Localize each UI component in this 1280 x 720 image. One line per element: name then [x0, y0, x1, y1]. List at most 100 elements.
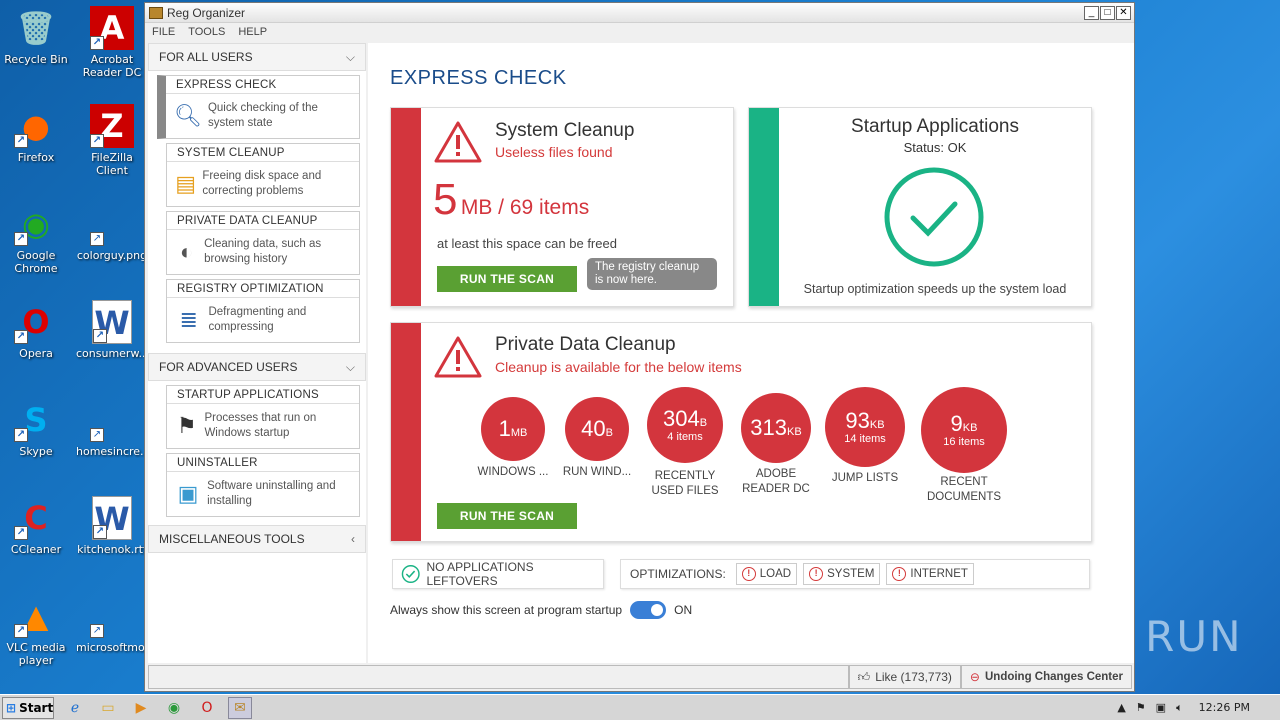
desktop-icon[interactable]: S ↗ Skype	[0, 398, 72, 458]
card-title: REGISTRY OPTIMIZATION	[167, 280, 359, 298]
sidebar-card-system-cleanup[interactable]: SYSTEM CLEANUP ▤ Freeing disk space and co…	[166, 143, 360, 207]
sidebar-card-private-data-cleanup[interactable]: PRIVATE DATA CLEANUP ◐ Cleaning data, such…	[166, 211, 360, 275]
desktop-icon[interactable]: C ↗ CCleaner	[0, 496, 72, 556]
shortcut-arrow-icon: ↗	[90, 36, 104, 50]
item-count: 14 items	[844, 433, 886, 445]
leftovers-bar: NO APPLICATIONS LEFTOVERS	[392, 559, 604, 589]
desktop-icon[interactable]: O ↗ Opera	[0, 300, 72, 360]
start-button[interactable]: ⊞ Start	[2, 696, 54, 719]
registry-icon: ≣	[179, 307, 198, 332]
tray-arrow-icon[interactable]: ▲	[1117, 701, 1125, 714]
volume-icon[interactable]: 🔈︎	[1176, 701, 1183, 715]
desktop-icon-label: kitchenok.rtf	[77, 543, 147, 556]
card-title: EXPRESS CHECK	[166, 76, 359, 94]
title-bar[interactable]: Reg Organizer _ □ ✕	[145, 3, 1134, 23]
desktop-icon-label: Skype	[19, 445, 53, 458]
warning-icon	[434, 121, 482, 163]
for-advanced-users-header[interactable]: FOR ADVANCED USERS ⌵	[148, 353, 366, 381]
undo-center-button[interactable]: ⊖ Undoing Changes Center	[960, 665, 1132, 689]
shortcut-arrow-icon: ↗	[90, 134, 104, 148]
card-description: Defragmenting and compressing	[208, 306, 307, 333]
media-player-icon[interactable]: ▶	[129, 697, 153, 719]
menu-help[interactable]: HELP	[238, 26, 267, 38]
card-description: Quick checking of the system state	[207, 102, 318, 129]
reg-organizer-taskbar-icon[interactable]: ✉	[228, 696, 252, 719]
system-cleanup-subtitle: Useless files found	[495, 144, 613, 160]
ie-icon[interactable]: ℯ	[63, 697, 87, 719]
close-button[interactable]: ✕	[1116, 5, 1131, 20]
desktop-icon[interactable]: ↗ microsoftmo...	[76, 594, 156, 654]
desktop-icon[interactable]: W ↗ kitchenok.rtf	[76, 496, 148, 556]
startup-caption: Startup optimization speeds up the syste…	[803, 282, 1067, 296]
recycle-bin-icon: 🗑︎	[15, 9, 57, 47]
run-scan-button[interactable]: RUN THE SCAN	[437, 266, 577, 292]
thumbs-up-icon: 👍︎	[857, 669, 871, 684]
private-item-label: RECENT DOCUMENTS	[926, 476, 1002, 503]
desktop-icon[interactable]: ● ↗ Firefox	[0, 104, 72, 164]
desktop-icon[interactable]: ↗ colorguy.png	[76, 202, 148, 262]
desktop-icon[interactable]: ▲ ↗ VLC media player	[0, 594, 72, 667]
item-unit: KB	[787, 426, 802, 438]
private-item-label: ADOBE READER DC	[742, 468, 810, 495]
menu-tools[interactable]: TOOLS	[188, 26, 225, 38]
maximize-button[interactable]: □	[1100, 5, 1115, 20]
red-stripe	[391, 323, 421, 541]
card-title: UNINSTALLER	[167, 454, 359, 472]
shortcut-arrow-icon: ↗	[14, 134, 28, 148]
card-description: Cleaning data, such as browsing history	[204, 238, 322, 265]
minimize-button[interactable]: _	[1084, 5, 1099, 20]
opt-system-label: SYSTEM	[827, 568, 875, 580]
desktop-icon-label: Opera	[19, 347, 53, 360]
sidebar-card-startup-applications[interactable]: STARTUP APPLICATIONS ⚑ Processes that run …	[166, 385, 360, 449]
opera-taskbar-icon[interactable]: O	[195, 697, 219, 719]
system-cleanup-panel: System Cleanup Useless files found 5 MB …	[390, 107, 734, 307]
taskbar: ⊞ Start ℯ ▭ ▶ ◉ O ✉ ▲ ⚑ ▣ 🔈︎ 12:26 PM	[0, 694, 1280, 720]
chrome-taskbar-icon[interactable]: ◉	[162, 697, 186, 719]
shortcut-arrow-icon: ↗	[14, 232, 28, 246]
item-unit: MB	[510, 427, 528, 439]
desktop-icon[interactable]: ◉ ↗ Google Chrome	[0, 202, 72, 275]
alert-icon: !	[809, 567, 824, 581]
private-item-circle: 9KB 16 items	[921, 387, 1007, 473]
opt-system[interactable]: ! SYSTEM	[803, 563, 881, 585]
menu-file[interactable]: FILE	[152, 26, 175, 38]
desktop-icon-label: FileZilla Client	[91, 151, 133, 177]
for-all-users-header[interactable]: FOR ALL USERS ⌵	[148, 43, 366, 71]
startup-toggle[interactable]	[630, 601, 667, 619]
flag-icon[interactable]: ⚑	[1136, 701, 1146, 714]
filezilla-icon: Z ↗	[90, 104, 134, 148]
network-icon[interactable]: ▣	[1156, 701, 1166, 714]
green-stripe	[749, 108, 779, 306]
like-button[interactable]: 👍︎ Like (173,773)	[848, 665, 961, 689]
desktop-icon-label: homesincre...	[76, 445, 151, 458]
shortcut-arrow-icon: ↗	[14, 428, 28, 442]
desktop-icon[interactable]: W ↗ consumerw...	[76, 300, 149, 360]
run-scan-button-private[interactable]: RUN THE SCAN	[437, 503, 577, 529]
explorer-icon[interactable]: ▭	[96, 697, 120, 719]
chevron-down-icon: ⌵	[345, 359, 355, 374]
sidebar-card-registry-optimization[interactable]: REGISTRY OPTIMIZATION ≣ Defragmenting and …	[166, 279, 360, 343]
desktop-icon[interactable]: Z ↗ FileZilla Client	[76, 104, 148, 177]
check-circle-small-icon	[401, 565, 420, 583]
desktop-icon[interactable]: ↗ homesincre...	[76, 398, 151, 458]
desktop-icon-label: VLC media player	[6, 641, 66, 667]
item-count: 4 items	[667, 431, 703, 443]
ccleaner-icon: C ↗	[14, 496, 58, 540]
for-all-users-label: FOR ALL USERS	[159, 50, 253, 64]
desktop-icon[interactable]: 🗑︎ Recycle Bin	[0, 6, 72, 66]
sidebar-card-uninstaller[interactable]: UNINSTALLER ▣ Software uninstalling and in…	[166, 453, 360, 517]
sidebar-card-express-check[interactable]: EXPRESS CHECK 🔍︎ Quick checking of the sys…	[157, 75, 360, 139]
misc-tools-header[interactable]: MISCELLANEOUS TOOLS ‹	[148, 525, 366, 553]
opt-internet[interactable]: ! INTERNET	[886, 563, 974, 585]
desktop-icon-label: microsoftmo...	[76, 641, 156, 654]
private-item-circle: 313KB	[741, 393, 811, 463]
clock[interactable]: 12:26 PM	[1199, 701, 1250, 714]
registry-tooltip: The registry cleanup is now here.	[587, 258, 717, 290]
shortcut-arrow-icon: ↗	[90, 624, 104, 638]
desktop-icon[interactable]: A ↗ Acrobat Reader DC	[76, 6, 148, 79]
shortcut-arrow-icon: ↗	[14, 526, 28, 540]
opt-load[interactable]: ! LOAD	[735, 563, 798, 585]
alert-icon: !	[741, 567, 756, 581]
private-item-label: RUN WIND...	[562, 466, 632, 478]
item-count: 16 items	[943, 436, 985, 448]
